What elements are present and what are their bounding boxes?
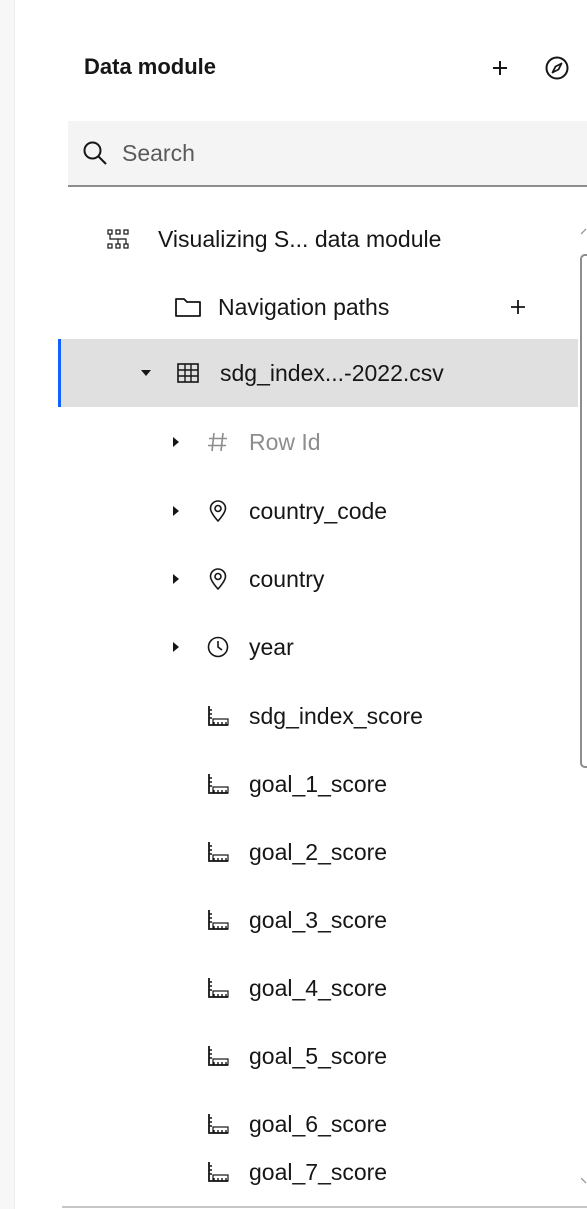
- scrollbar-thumb[interactable]: [580, 254, 587, 768]
- search-box: [68, 121, 587, 187]
- search-icon: [83, 141, 107, 165]
- tree-item-label: goal_3_score: [249, 907, 388, 933]
- tree-item-table[interactable]: sdg_index...-2022.csv: [60, 339, 578, 407]
- tree-item-measure[interactable]: goal_3_score: [160, 886, 570, 954]
- panel-header: Data module: [84, 50, 587, 90]
- tree-item-measure[interactable]: goal_4_score: [160, 954, 570, 1022]
- caret-right-icon[interactable]: [170, 639, 182, 655]
- measure-ruler-icon: [208, 1046, 229, 1066]
- bottom-divider: [62, 1206, 587, 1208]
- tree-item-column[interactable]: year: [160, 613, 570, 681]
- selection-indicator: [58, 339, 61, 407]
- add-button[interactable]: [486, 50, 514, 86]
- measure-ruler-icon: [208, 706, 229, 726]
- measure-ruler-icon: [208, 1114, 229, 1134]
- tree-item-navigation-paths[interactable]: Navigation paths: [170, 273, 570, 341]
- folder-icon: [175, 298, 201, 317]
- tree-item-label: country: [249, 566, 325, 592]
- plus-icon: [493, 61, 507, 75]
- tree-item-label: country_code: [249, 498, 388, 524]
- scroll-down-arrow-icon[interactable]: [581, 1176, 587, 1184]
- tree-item-column[interactable]: Row Id: [160, 408, 570, 476]
- tree-item-measure[interactable]: goal_5_score: [160, 1022, 570, 1090]
- clock-icon: [207, 636, 229, 658]
- measure-ruler-icon: [208, 910, 229, 930]
- add-navigation-path-button[interactable]: [506, 295, 530, 319]
- tree-item-label: goal_2_score: [249, 839, 388, 865]
- search-input[interactable]: [122, 121, 572, 185]
- measure-ruler-icon: [208, 1162, 229, 1182]
- tree-item-label: Visualizing S... data module: [158, 226, 442, 252]
- caret-right-icon[interactable]: [170, 503, 182, 519]
- tree-item-label: sdg_index...-2022.csv: [220, 360, 444, 386]
- explore-button[interactable]: [539, 50, 575, 86]
- table-icon: [177, 363, 199, 383]
- tree-item-measure[interactable]: goal_1_score: [160, 750, 570, 818]
- tree-item-measure[interactable]: sdg_index_score: [160, 682, 570, 750]
- caret-right-icon[interactable]: [170, 434, 182, 450]
- measure-ruler-icon: [208, 978, 229, 998]
- tree-item-label: goal_1_score: [249, 771, 388, 797]
- tree-item-label: goal_7_score: [249, 1159, 388, 1185]
- location-pin-icon: [209, 568, 227, 591]
- hash-icon: [208, 432, 227, 452]
- tree-item-label: goal_5_score: [249, 1043, 388, 1069]
- tree-item-measure[interactable]: goal_2_score: [160, 818, 570, 886]
- tree-item-label: year: [249, 634, 294, 660]
- scroll-up-arrow-icon[interactable]: [581, 228, 587, 236]
- location-pin-icon: [209, 500, 227, 523]
- caret-down-icon[interactable]: [140, 365, 152, 381]
- measure-ruler-icon: [208, 774, 229, 794]
- tree-item-measure[interactable]: goal_7_score: [160, 1138, 570, 1206]
- caret-right-icon[interactable]: [170, 571, 182, 587]
- panel-title: Data module: [84, 54, 217, 79]
- tree-item-label: sdg_index_score: [249, 703, 423, 729]
- tree-item-label: Navigation paths: [218, 294, 390, 320]
- tree-item-column[interactable]: country_code: [160, 477, 570, 545]
- tree-item-label: Row Id: [249, 429, 321, 455]
- compass-icon: [545, 56, 569, 80]
- data-module-panel: Data module V: [0, 0, 587, 1209]
- measure-ruler-icon: [208, 842, 229, 862]
- tree-item-module[interactable]: Visualizing S... data module: [100, 205, 570, 273]
- left-edge: [0, 0, 15, 1209]
- plus-icon: [511, 300, 525, 314]
- tree-item-label: goal_4_score: [249, 975, 388, 1001]
- data-module-icon: [107, 229, 129, 249]
- tree-item-column[interactable]: country: [160, 545, 570, 613]
